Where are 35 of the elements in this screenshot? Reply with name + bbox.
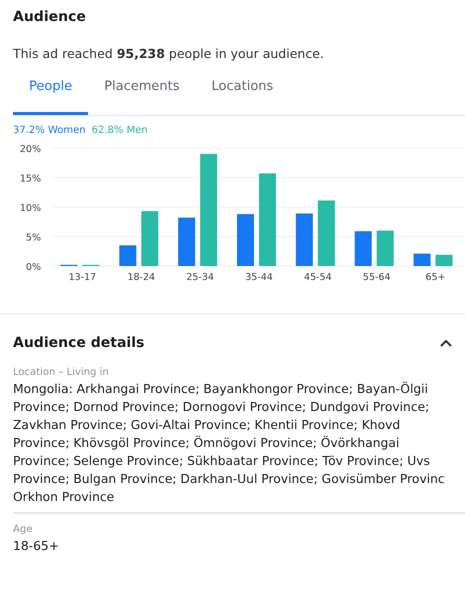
field-label: Location – Living in [13, 367, 110, 378]
bar [376, 230, 394, 266]
reach-summary: This ad reached 95,238 people in your audience. [13, 46, 325, 61]
axis-tick-label: 5% [26, 232, 41, 244]
chevron-icon[interactable] [440, 339, 452, 347]
axis-tick-label: 0% [26, 262, 41, 273]
tab[interactable]: Placements [88, 79, 196, 115]
bar [318, 200, 335, 266]
bar [119, 245, 136, 266]
axis-tick-label: 65+ [426, 272, 446, 283]
bar [414, 254, 431, 266]
bar [141, 211, 158, 266]
section-title: Audience details [13, 335, 144, 351]
bar [296, 214, 313, 266]
legend-label: 62.8% Men [92, 125, 148, 136]
axis-tick-label: 35-44 [245, 272, 273, 283]
bar [178, 218, 196, 266]
field-label: Age [13, 524, 34, 535]
bar [354, 231, 372, 266]
axis-tick-label: 25-34 [186, 272, 214, 283]
axis-tick-label: 13-17 [68, 272, 96, 283]
axis-tick-label: 15% [20, 174, 41, 184]
axis-tick-label: 18-24 [127, 272, 156, 283]
bar [436, 254, 453, 266]
axis-tick-label: 55-64 [362, 272, 391, 283]
field-value: 18-65+ [13, 538, 60, 555]
tab[interactable]: People [13, 79, 88, 115]
tab[interactable]: Locations [196, 79, 290, 115]
axis-tick-label: 45-54 [304, 272, 332, 283]
section-title: Audience [13, 8, 87, 27]
bar [237, 214, 254, 266]
axis-tick-label: 10% [20, 203, 41, 214]
legend-label: 37.2% Women [13, 125, 86, 136]
axis-tick-label: 20% [20, 144, 41, 155]
field-value: Mongolia: Arkhangai Province; Bayankhongor Province; Bayan-Ölgii Province; Dornod Province; Dornogovi Province; Dundgovi Province; Zavkhan Province; Govi-Altai Province; Khentii Province; Khovd Province; Khövsgöl Province; Ömnögovi Province; Övörkhangai Province; Selenge Province; Sükhbaatar Province; Töv Province; Uvs Province; Bulgan Province; Darkhan-Uul Province; Govisümber Provinc Orkhon Province [13, 380, 446, 506]
